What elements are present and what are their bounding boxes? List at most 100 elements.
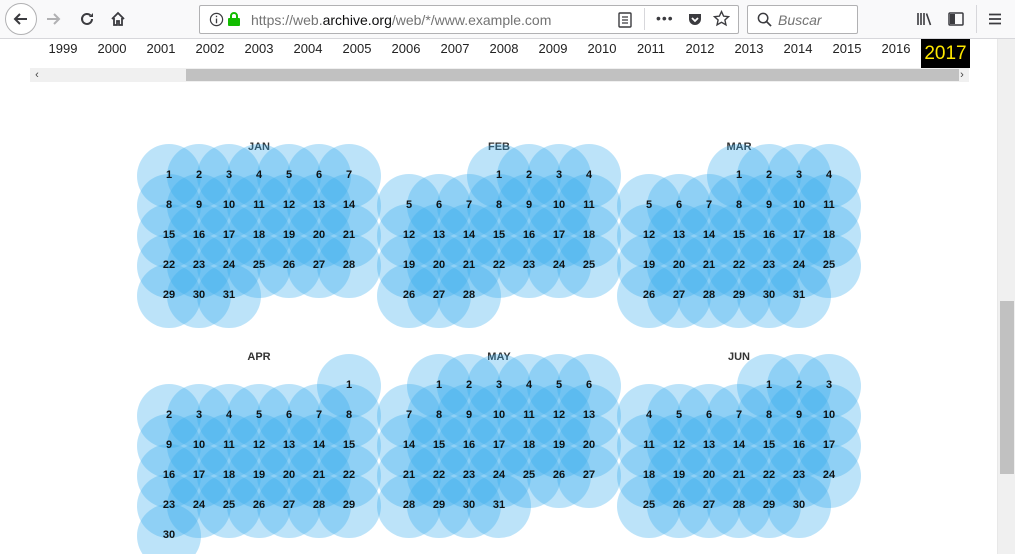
url-text[interactable]: https://web.archive.org/web/*/www.exampl…: [251, 12, 551, 28]
year-2017[interactable]: 2017: [921, 39, 970, 68]
year-2002[interactable]: 2002: [190, 41, 230, 56]
day-number: 27: [582, 469, 596, 481]
day-number: 1: [345, 379, 353, 391]
back-button[interactable]: [5, 3, 37, 35]
library-button[interactable]: [910, 4, 940, 34]
day-number: 1: [765, 379, 773, 391]
year-2009[interactable]: 2009: [533, 41, 573, 56]
day-number: 22: [762, 469, 776, 481]
day-number: 26: [672, 499, 686, 511]
scroll-left-arrow-icon[interactable]: ‹: [30, 68, 44, 82]
day-number: 10: [492, 409, 506, 421]
reader-view-icon[interactable]: [618, 12, 632, 33]
day-number: 11: [523, 409, 535, 421]
day-number: 7: [405, 409, 413, 421]
year-1999[interactable]: 1999: [43, 41, 83, 56]
day-number: 28: [402, 499, 416, 511]
day-number: 22: [162, 259, 176, 271]
vertical-scrollbar-thumb[interactable]: [1000, 301, 1014, 474]
day-number: 8: [735, 199, 743, 211]
scroll-right-arrow-icon[interactable]: ›: [955, 68, 969, 82]
search-bar[interactable]: [747, 5, 858, 34]
day-number: 21: [312, 469, 326, 481]
year-2007[interactable]: 2007: [435, 41, 475, 56]
year-2004[interactable]: 2004: [288, 41, 328, 56]
day-number: 6: [585, 379, 593, 391]
day-number: 8: [435, 409, 443, 421]
reload-button[interactable]: [72, 4, 102, 34]
day-number: 11: [823, 199, 835, 211]
home-button[interactable]: [103, 4, 133, 34]
year-2016[interactable]: 2016: [876, 41, 916, 56]
year-2001[interactable]: 2001: [141, 41, 181, 56]
day-number: 23: [192, 259, 206, 271]
year-2006[interactable]: 2006: [386, 41, 426, 56]
pocket-icon[interactable]: [687, 11, 703, 32]
day-number: 27: [702, 499, 716, 511]
sidebar-button[interactable]: [941, 4, 971, 34]
reload-icon: [81, 12, 93, 25]
day-number: 4: [585, 169, 593, 181]
info-icon[interactable]: [209, 12, 224, 32]
sidebar-icon: [948, 12, 964, 26]
year-2015[interactable]: 2015: [827, 41, 867, 56]
year-2011[interactable]: 2011: [631, 41, 671, 56]
day-number: 21: [402, 469, 416, 481]
bookmark-star-icon[interactable]: [712, 9, 731, 32]
day-number: 22: [732, 259, 746, 271]
day-number: 12: [672, 439, 686, 451]
year-2000[interactable]: 2000: [92, 41, 132, 56]
day-number: 27: [672, 289, 686, 301]
day-number: 1: [165, 169, 173, 181]
day-number: 13: [282, 439, 296, 451]
day-number: 10: [552, 199, 566, 211]
day-number: 5: [405, 199, 413, 211]
day-number: 25: [222, 499, 236, 511]
menu-button[interactable]: [980, 4, 1010, 34]
day-number: 28: [312, 499, 326, 511]
day-number: 2: [525, 169, 533, 181]
day-number: 13: [582, 409, 596, 421]
day-number: 16: [792, 439, 806, 451]
day-number: 25: [522, 469, 536, 481]
day-number: 10: [822, 409, 836, 421]
day-number: 29: [432, 499, 446, 511]
day-number: 18: [252, 229, 266, 241]
day-number: 15: [342, 439, 356, 451]
year-2014[interactable]: 2014: [778, 41, 818, 56]
page-actions-menu-icon[interactable]: •••: [656, 10, 674, 26]
day-number: 16: [192, 229, 206, 241]
day-number: 26: [642, 289, 656, 301]
day-number: 31: [492, 499, 506, 511]
year-2008[interactable]: 2008: [484, 41, 524, 56]
day-number: 8: [345, 409, 353, 421]
day-number: 19: [282, 229, 296, 241]
forward-arrow-icon: [47, 13, 61, 25]
day-number: 21: [732, 469, 746, 481]
scrollbar-thumb[interactable]: [186, 69, 959, 81]
day-number: 2: [195, 169, 203, 181]
day-number: 1: [735, 169, 743, 181]
day-number: 23: [162, 499, 176, 511]
address-bar[interactable]: https://web.archive.org/web/*/www.exampl…: [199, 5, 739, 34]
secure-lock-icon[interactable]: [227, 11, 241, 32]
day-number: 13: [432, 229, 446, 241]
search-input[interactable]: [778, 12, 854, 28]
day-number: 20: [672, 259, 686, 271]
year-2013[interactable]: 2013: [729, 41, 769, 56]
day-number: 1: [495, 169, 503, 181]
timeline-horizontal-scrollbar[interactable]: ‹ ›: [30, 68, 969, 82]
day-number: 8: [165, 199, 173, 211]
page-vertical-scrollbar[interactable]: [997, 39, 1015, 554]
day-number: 23: [792, 469, 806, 481]
day-number: 22: [432, 469, 446, 481]
year-2012[interactable]: 2012: [680, 41, 720, 56]
forward-button[interactable]: [38, 4, 68, 34]
year-2003[interactable]: 2003: [239, 41, 279, 56]
day-number: 6: [285, 409, 293, 421]
day-number: 9: [525, 199, 533, 211]
year-2010[interactable]: 2010: [582, 41, 622, 56]
year-2005[interactable]: 2005: [337, 41, 377, 56]
url-prefix: https://web.: [251, 12, 323, 28]
day-number: 5: [645, 199, 653, 211]
